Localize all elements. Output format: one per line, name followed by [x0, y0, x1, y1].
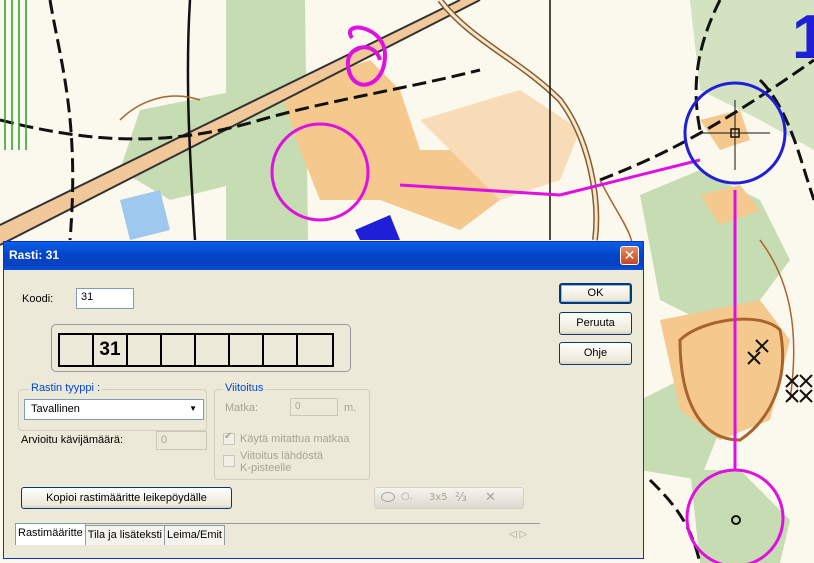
kayta-label: Käytä mitattua matkaa	[240, 433, 350, 445]
ellipse-icon[interactable]	[381, 492, 395, 502]
chevron-down-icon[interactable]: ▼	[189, 404, 197, 413]
viitoitus-group-title: Viitoitus	[223, 382, 266, 394]
matka-input[interactable]: 0	[290, 398, 338, 416]
code-cell	[128, 335, 162, 365]
ok-button[interactable]: OK	[559, 283, 632, 304]
code-cell	[60, 335, 94, 365]
kayta-checkbox[interactable]: ✔	[223, 431, 235, 445]
tab-leima-emit[interactable]: Leima/Emit	[163, 525, 225, 545]
type-select[interactable]: Tavallinen ▼	[24, 399, 204, 420]
code-cell	[298, 335, 332, 365]
checkmark-icon: ✔	[224, 431, 233, 442]
code-cell	[230, 335, 264, 365]
symbol-toolbar: ○. 3x5 ⅔ ✕	[374, 487, 524, 509]
help-button[interactable]: Ohje	[559, 342, 632, 365]
code-cells: 31	[58, 333, 334, 367]
map-number-label: 1	[792, 3, 814, 72]
dialog-title-bar[interactable]: Rasti: 31 ✕	[4, 242, 643, 270]
tab-scroll-arrows[interactable]: ◁ ▷	[509, 529, 527, 540]
lahdosta-label-2: K-pisteelle	[240, 462, 292, 474]
koodi-label: Koodi:	[22, 293, 54, 305]
rasti-dialog: Rasti: 31 ✕ Koodi: 31 31 OK Peruuta Ohje…	[3, 241, 644, 559]
code-cell	[264, 335, 298, 365]
lahdosta-checkbox[interactable]	[223, 455, 235, 467]
matka-unit: m.	[344, 402, 357, 414]
code-cell	[196, 335, 230, 365]
clear-icon[interactable]: ✕	[485, 490, 496, 505]
dialog-title: Rasti: 31	[9, 248, 60, 262]
tab-strip: Rastimääritte Tila ja lisäteksti Leima/E…	[15, 523, 225, 545]
close-icon[interactable]: ✕	[620, 246, 639, 265]
arvioitu-label: Arvioitu kävijämäärä:	[21, 434, 124, 446]
code-cell: 31	[94, 335, 128, 365]
code-display-box: 31	[51, 324, 351, 372]
fraction-icon[interactable]: ⅔	[455, 490, 467, 504]
tab-rastimaaritte[interactable]: Rastimääritte	[15, 523, 86, 545]
copy-button[interactable]: Kopioi rastimääritte leikepöydälle	[21, 487, 232, 509]
dots-icon[interactable]: ○.	[401, 491, 413, 502]
matka-label: Matka:	[225, 402, 259, 414]
grid-3x5-icon[interactable]: 3x5	[429, 492, 448, 503]
code-cell	[162, 335, 196, 365]
tab-tila-ja-lisateksti[interactable]: Tila ja lisäteksti	[84, 525, 165, 545]
type-group-title: Rastin tyyppi :	[29, 382, 103, 394]
cancel-button[interactable]: Peruuta	[559, 312, 632, 335]
type-select-value: Tavallinen	[31, 403, 80, 415]
lahdosta-label-1: Viitoitus lähdöstä	[240, 450, 323, 462]
koodi-input[interactable]: 31	[76, 288, 134, 309]
arvioitu-input[interactable]: 0	[156, 431, 207, 450]
tab-divider	[15, 523, 540, 524]
